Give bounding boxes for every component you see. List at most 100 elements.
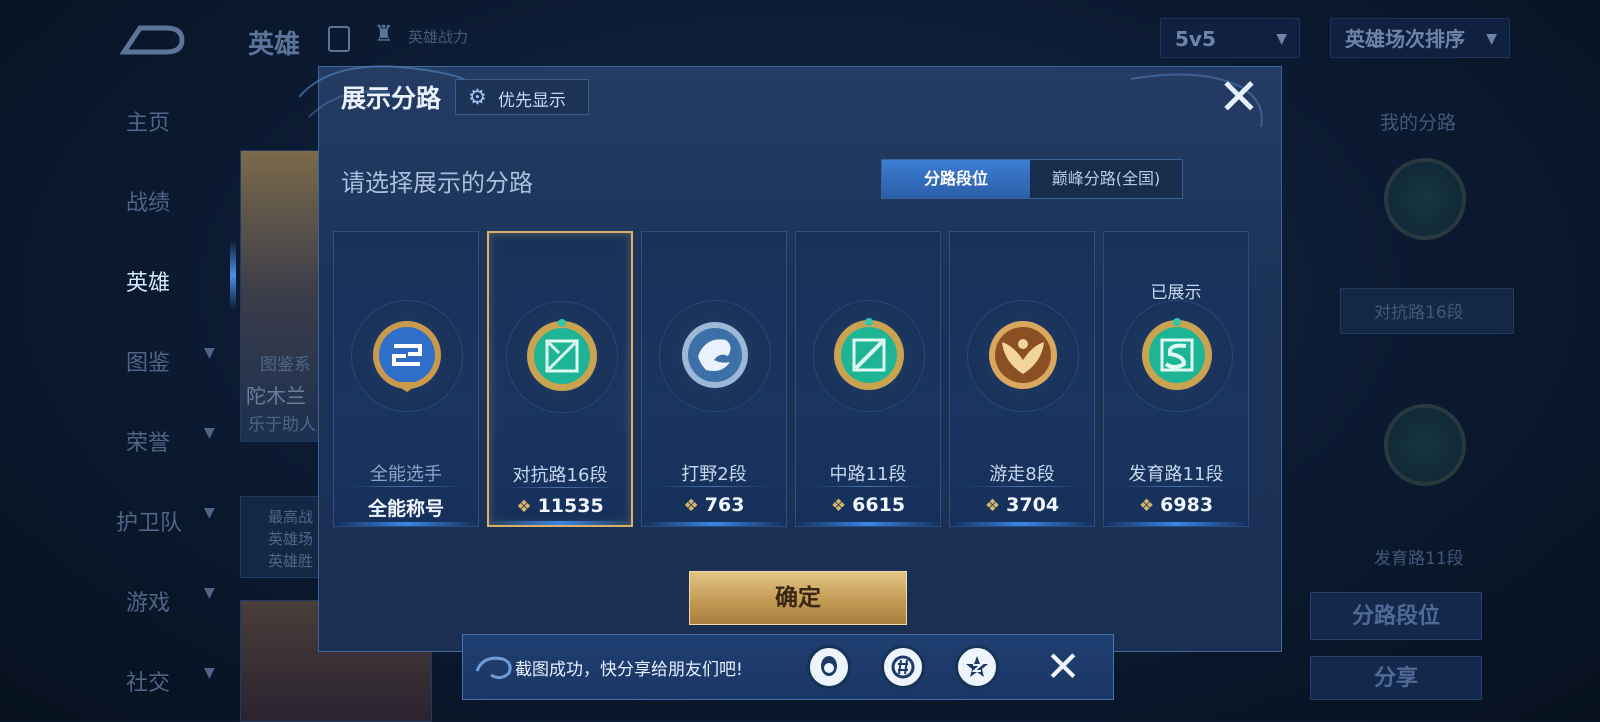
- segment-button[interactable]: 分路段位: [1310, 592, 1482, 640]
- screenshot-toast: 截图成功，快分享给朋友们吧! ✕: [462, 634, 1114, 700]
- nav-item-hero[interactable]: 英雄: [126, 265, 226, 297]
- chevron-down-icon: ▼: [204, 425, 215, 441]
- rank-points-icon: ❖: [683, 496, 699, 516]
- tab-peak-lane[interactable]: 巅峰分路(全国): [1030, 160, 1182, 198]
- nav-active-indicator: [230, 240, 236, 310]
- toast-message: 截图成功，快分享给朋友们吧!: [515, 660, 743, 680]
- nav-item-game[interactable]: 游戏 ▼: [126, 585, 226, 617]
- mode-dropdown[interactable]: 5v5 ▼: [1160, 18, 1300, 58]
- rank-points-icon: ❖: [984, 496, 1001, 516]
- priority-display-button[interactable]: ⚙ 优先显示: [455, 79, 589, 115]
- tab-lane-rank[interactable]: 分路段位: [882, 160, 1030, 198]
- lane-display-dialog: 展示分路 ⚙ 优先显示 ✕ 请选择展示的分路 分路段位 巅峰分路(全国) 全能选…: [298, 65, 1282, 652]
- score-value: 3704: [1006, 494, 1060, 516]
- all-round-badge-icon: [373, 321, 441, 392]
- divider: [503, 487, 617, 488]
- nav-item-codex[interactable]: 图鉴 ▼: [126, 345, 226, 377]
- rank-points-icon: ❖: [830, 496, 847, 516]
- priority-label: 优先显示: [498, 91, 566, 111]
- nav-label: 护卫队: [116, 511, 183, 536]
- divider: [964, 486, 1080, 487]
- bg-snippet: 图鉴系: [260, 355, 311, 375]
- share-button[interactable]: 分享: [1310, 656, 1482, 700]
- divider: [810, 486, 926, 487]
- lane-card-mid[interactable]: 中路11段 ❖ 6615: [795, 231, 941, 527]
- chevron-down-icon: ▼: [1276, 31, 1287, 47]
- nav-item-guard[interactable]: 护卫队 ▼: [116, 505, 216, 537]
- rank-points-icon: ❖: [516, 497, 532, 517]
- jungle-badge-icon: [682, 322, 748, 388]
- lane-card-clash[interactable]: 对抗路16段 ❖ 11535: [487, 231, 633, 527]
- mode-dropdown-value: 5v5: [1175, 27, 1216, 51]
- chevron-down-icon: ▼: [204, 665, 215, 681]
- divider: [656, 486, 772, 487]
- hero-power-label[interactable]: 英雄战力: [408, 26, 468, 47]
- lane-score: ❖ 6983: [1104, 494, 1248, 516]
- hero-power-icon: ♜: [374, 22, 394, 47]
- lane-name: 中路11段: [829, 464, 907, 485]
- lane-name: 发育路11段: [1128, 464, 1224, 485]
- gear-icon: ⚙: [468, 85, 487, 109]
- nav-label: 战绩: [126, 191, 171, 216]
- chevron-down-icon: ▼: [204, 505, 215, 521]
- lane-score: ❖ 3704: [950, 494, 1094, 516]
- roam-badge-icon: [989, 321, 1057, 389]
- right-lane-label: 发育路11段: [1374, 549, 1464, 569]
- rank-points-icon: ❖: [1138, 496, 1155, 516]
- my-lanes-title: 我的分路: [1380, 112, 1457, 134]
- nav-item-record[interactable]: 战绩: [126, 185, 226, 217]
- mid-lane-badge-icon: [834, 318, 904, 390]
- chevron-down-icon: ▼: [204, 345, 215, 361]
- lane-name: 对抗路16段: [512, 465, 608, 486]
- qzone-icon[interactable]: [955, 645, 999, 689]
- score-value: 全能称号: [367, 498, 444, 520]
- right-lane-label: 对抗路16段: [1374, 303, 1464, 323]
- nav-label: 荣誉: [126, 431, 171, 456]
- score-value: 6615: [852, 494, 906, 516]
- clash-lane-badge-icon: [1384, 158, 1466, 240]
- farm-lane-badge-icon: [1142, 318, 1212, 390]
- nav-label: 游戏: [126, 591, 171, 616]
- bg-snippet: 乐于助人: [248, 415, 316, 435]
- lane-card-farm[interactable]: 已展示 发育路11段 ❖ 6983: [1103, 231, 1249, 527]
- sort-dropdown[interactable]: 英雄场次排序 ▼: [1330, 18, 1510, 58]
- lane-name: 游走8段: [989, 464, 1055, 485]
- divider: [348, 486, 464, 487]
- clash-lane-badge-icon: [527, 319, 597, 391]
- page-title: 英雄: [248, 30, 301, 60]
- close-icon[interactable]: ✕: [1217, 72, 1261, 122]
- select-prompt: 请选择展示的分路: [341, 169, 533, 197]
- lane-score: ❖ 763: [642, 494, 786, 516]
- score-value: 6983: [1160, 494, 1214, 516]
- nav-item-honor[interactable]: 荣誉 ▼: [126, 425, 226, 457]
- confirm-button[interactable]: 确定: [689, 571, 907, 625]
- ranking-toggle: 分路段位 巅峰分路(全国): [881, 159, 1183, 199]
- qq-icon[interactable]: [807, 645, 851, 689]
- nav-item-social[interactable]: 社交 ▼: [126, 665, 226, 697]
- nav-label: 社交: [126, 671, 171, 696]
- lane-score: ❖ 6615: [796, 494, 940, 516]
- bg-snippet: 最高战: [268, 508, 314, 526]
- lane-card-roam[interactable]: 游走8段 ❖ 3704: [949, 231, 1095, 527]
- bg-snippet: 陀木兰: [246, 384, 306, 408]
- nav-item-home[interactable]: 主页: [126, 105, 226, 137]
- nav-label: 图鉴: [126, 351, 171, 376]
- score-value: 763: [704, 494, 745, 516]
- back-icon[interactable]: [118, 22, 186, 58]
- close-icon[interactable]: ✕: [1041, 645, 1085, 689]
- chevron-down-icon: ▼: [1486, 31, 1497, 47]
- score-value: 11535: [537, 495, 604, 517]
- lane-score: ❖ 11535: [489, 495, 631, 517]
- sort-dropdown-value: 英雄场次排序: [1345, 27, 1465, 51]
- lane-score: 全能称号: [334, 494, 478, 521]
- lane-card-jungle[interactable]: 打野2段 ❖ 763: [641, 231, 787, 527]
- lane-name: 打野2段: [681, 464, 747, 485]
- decor-swirl-icon: [475, 656, 512, 680]
- list-icon[interactable]: [328, 26, 350, 52]
- lane-card-all-round[interactable]: 全能选手 全能称号: [333, 231, 479, 527]
- wechat-moments-icon[interactable]: [881, 645, 925, 689]
- lane-name: 全能选手: [370, 464, 442, 485]
- bg-snippet: 英雄胜: [268, 552, 314, 570]
- bg-snippet: 英雄场: [268, 530, 314, 548]
- dialog-title: 展示分路: [341, 84, 442, 113]
